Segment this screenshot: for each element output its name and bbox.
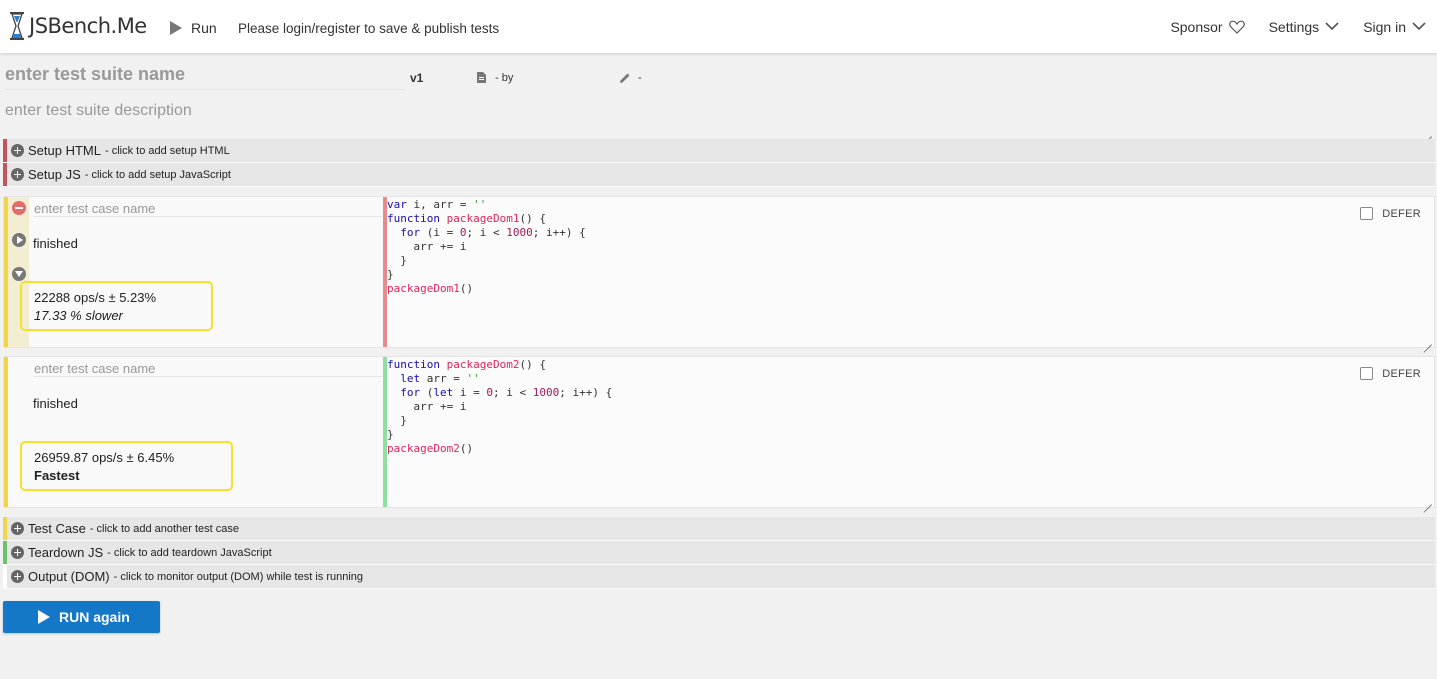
suite-version: v1 [410, 71, 424, 85]
code-line: var i, arr = '' [387, 198, 487, 211]
run-button[interactable]: Run [170, 20, 217, 36]
accent-bar [3, 541, 7, 564]
code-line: function packageDom2() { [387, 358, 546, 371]
defer-label: DEFER [1382, 207, 1421, 220]
comparison-result: Fastest [34, 468, 80, 483]
ops-result: 22288 ops/s ± 5.23% [34, 290, 157, 305]
code-line: } [387, 268, 394, 281]
plus-circle-icon [11, 144, 24, 157]
chevron-down-icon [1325, 22, 1339, 31]
pencil-icon [620, 73, 630, 83]
author-label: - by [495, 72, 514, 84]
play-circle-icon[interactable] [12, 233, 26, 247]
suite-name-input[interactable]: enter test suite name [5, 64, 405, 90]
code-line: let arr = '' [400, 372, 480, 385]
sign-in-dropdown[interactable]: Sign in [1363, 19, 1426, 35]
accent-bar [4, 357, 8, 507]
code-line: arr += i [387, 240, 467, 253]
play-icon [38, 610, 50, 624]
nav-right: Sponsor Settings Sign in [1170, 0, 1437, 53]
test-case-2: enter test case name finished 26959.87 o… [3, 356, 1435, 508]
accent-bar [3, 517, 7, 540]
result-box: 22288 ops/s ± 5.23% 17.33 % slower [20, 281, 213, 331]
plus-circle-icon [11, 168, 24, 181]
sign-in-label: Sign in [1363, 18, 1406, 35]
arrow-down-circle-icon[interactable] [12, 267, 26, 281]
teardown-js-title: Teardown JS [28, 545, 104, 560]
checkbox-box[interactable] [1360, 207, 1374, 220]
sponsor-label: Sponsor [1170, 18, 1223, 35]
edited-label: - [638, 72, 642, 84]
comparison-result: 17.33 % slower [34, 308, 123, 323]
output-dom-title: Output (DOM) [28, 569, 110, 584]
setup-js-title: Setup JS [28, 167, 81, 182]
plus-circle-icon [11, 546, 24, 559]
code-line: for (i = 0; i < 1000; i++) { [400, 226, 586, 239]
code-line: } [387, 254, 407, 267]
plus-circle-icon [11, 570, 24, 583]
run-label: Run [191, 20, 217, 36]
top-navbar: JSBench.Me Run Please login/register to … [0, 0, 1437, 53]
settings-label: Settings [1268, 18, 1320, 35]
run-again-label: RUN again [59, 609, 130, 625]
logo-text: JSBench.Me [29, 14, 147, 38]
output-dom-hint: - click to monitor output (DOM) while te… [113, 570, 364, 583]
ops-result: 26959.87 ops/s ± 6.45% [34, 450, 175, 465]
resize-handle[interactable] [1421, 126, 1432, 137]
code-line: } [387, 428, 394, 441]
test-case-status: finished [33, 236, 78, 251]
sponsor-link[interactable]: Sponsor [1170, 18, 1245, 35]
run-again-button[interactable]: RUN again [3, 601, 160, 633]
resize-handle[interactable] [1421, 494, 1432, 505]
output-dom-section[interactable]: Output (DOM) - click to monitor output (… [3, 565, 1435, 589]
accent-bar [3, 139, 7, 162]
setup-html-section[interactable]: Setup HTML - click to add setup HTML [3, 139, 1435, 163]
defer-label: DEFER [1382, 367, 1421, 380]
login-register-link[interactable]: Please login/register to save & publish … [238, 21, 499, 36]
hourglass-logo-icon [10, 12, 24, 40]
teardown-js-hint: - click to add teardown JavaScript [107, 546, 272, 559]
heart-icon [1228, 20, 1245, 34]
accent-bar [3, 565, 7, 588]
setup-js-hint: - click to add setup JavaScript [84, 168, 231, 181]
code-line: packageDom2() [387, 442, 474, 455]
test-case-1: enter test case name finished 22288 ops/… [3, 196, 1435, 348]
code-line: for (let i = 0; i < 1000; i++) { [400, 386, 613, 399]
chevron-down-icon [1412, 22, 1426, 31]
resize-handle[interactable] [1421, 334, 1432, 345]
test-case-name-input[interactable]: enter test case name [34, 361, 382, 377]
accent-bar [3, 163, 7, 186]
result-box: 26959.87 ops/s ± 6.45% Fastest [20, 441, 233, 491]
code-line: function packageDom1() { [387, 212, 546, 225]
setup-js-section[interactable]: Setup JS - click to add setup JavaScript [3, 163, 1435, 187]
suite-description-input[interactable]: enter test suite description [5, 102, 192, 120]
play-icon [170, 21, 182, 35]
code-line: } [387, 414, 407, 427]
settings-dropdown[interactable]: Settings [1269, 19, 1340, 35]
defer-checkbox[interactable]: DEFER [1360, 367, 1421, 380]
code-editor[interactable]: var i, arr = '' function packageDom1() {… [383, 197, 1434, 347]
code-text[interactable]: var i, arr = '' function packageDom1() {… [387, 198, 586, 296]
code-text[interactable]: function packageDom2() { let arr = '' fo… [387, 358, 612, 456]
setup-html-title: Setup HTML [28, 143, 101, 158]
logo[interactable]: JSBench.Me [9, 12, 147, 40]
add-test-case-title: Test Case [28, 521, 86, 536]
remove-circle-icon[interactable] [12, 201, 26, 215]
teardown-js-section[interactable]: Teardown JS - click to add teardown Java… [3, 541, 1435, 565]
plus-circle-icon [11, 522, 24, 535]
checkbox-box[interactable] [1360, 367, 1374, 380]
setup-html-hint: - click to add setup HTML [104, 144, 230, 157]
add-test-case-section[interactable]: Test Case - click to add another test ca… [3, 517, 1435, 541]
defer-checkbox[interactable]: DEFER [1360, 207, 1421, 220]
test-case-status: finished [33, 396, 78, 411]
code-line: arr += i [387, 400, 467, 413]
add-test-case-hint: - click to add another test case [89, 522, 239, 535]
code-line: packageDom1() [387, 282, 474, 295]
document-icon [477, 72, 486, 83]
test-case-name-input[interactable]: enter test case name [34, 201, 382, 217]
code-editor[interactable]: function packageDom2() { let arr = '' fo… [383, 357, 1434, 507]
